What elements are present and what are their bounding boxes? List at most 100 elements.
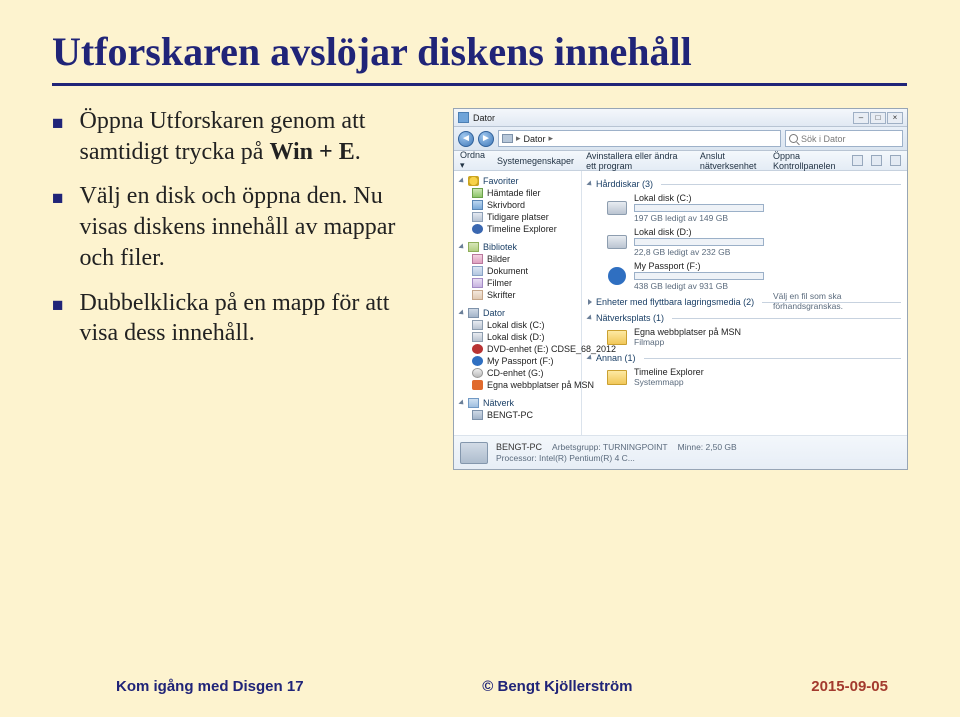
close-button[interactable]: × [887,112,903,124]
drive-name: Lokal disk (C:) [634,193,764,203]
organize-menu[interactable]: Ordna ▾ [460,150,485,171]
hdd-icon [472,332,483,342]
bullet-text: Öppna Utforskaren genom att samtidigt tr… [79,106,429,167]
search-input[interactable]: Sök i Dator [785,130,903,147]
system-properties-button[interactable]: Systemegenskaper [497,156,574,166]
bullet-3: ■ Dubbelklicka på en mapp för att visa d… [52,288,429,349]
app-icon [458,112,469,123]
uninstall-button[interactable]: Avinstallera eller ändra ett program [586,151,688,171]
drive-timeline[interactable]: Timeline Explorer Systemmapp [588,365,901,389]
preview-pane-icon[interactable] [871,155,882,166]
forward-button[interactable]: ► [478,131,494,147]
folder-icon [607,370,627,385]
downloads-icon [472,188,483,198]
details-label: Arbetsgrupp: [552,442,601,452]
nav-item-bengt-pc[interactable]: BENGT-PC [458,409,579,421]
details-label: Minne: [678,442,704,452]
drive-c[interactable]: Lokal disk (C:) 197 GB ledigt av 149 GB [588,191,901,225]
explorer-body: Favoriter Hämtade filer Skrivbord Tidiga… [454,171,907,435]
preview-hint: Välj en fil som ska förhandsgranskas. [773,291,903,311]
nav-item-timeline[interactable]: Timeline Explorer [458,223,579,235]
nav-libraries-header[interactable]: Bibliotek [458,241,579,253]
nav-label: CD-enhet (G:) [487,368,544,378]
nav-label: BENGT-PC [487,410,533,420]
pictures-icon [472,254,483,264]
details-value: TURNINGPOINT [603,442,668,452]
nav-label: Skrifter [487,290,516,300]
group-label: Enheter med flyttbara lagringsmedia (2) [596,297,754,307]
nav-item-msn[interactable]: Egna webbplatser på MSN [458,379,579,391]
footer-author: © Bengt Kjöllerström [482,678,632,695]
content-row: ■ Öppna Utforskaren genom att samtidigt … [52,106,908,470]
nav-label: Timeline Explorer [487,224,557,234]
movies-icon [472,278,483,288]
fonts-icon [472,290,483,300]
nav-item-desktop[interactable]: Skrivbord [458,199,579,211]
drive-msn[interactable]: Egna webbplatser på MSN Filmapp [588,325,901,349]
nav-item-disk-d[interactable]: Lokal disk (D:) [458,331,579,343]
back-button[interactable]: ◄ [458,131,474,147]
nav-label: Bibliotek [483,242,517,252]
bullet-text-pre: Dubbelklicka på en mapp för att visa des… [79,290,389,347]
bullet-1: ■ Öppna Utforskaren genom att samtidigt … [52,106,429,167]
details-pane: BENGT-PC Arbetsgrupp: TURNINGPOINT Minne… [454,435,907,469]
group-harddisks[interactable]: Hårddiskar (3) [588,177,901,191]
group-network-location[interactable]: Nätverksplats (1) [588,311,901,325]
window-titlebar[interactable]: Dator – □ × [454,109,907,127]
nav-item-disk-c[interactable]: Lokal disk (C:) [458,319,579,331]
help-icon[interactable] [890,155,901,166]
bullet-text: Välj en disk och öppna den. Nu visas dis… [79,181,429,273]
computer-icon [468,308,479,318]
toolbar: Ordna ▾ Systemegenskaper Avinstallera el… [454,151,907,171]
group-label: Annan (1) [596,353,636,363]
library-icon [468,242,479,252]
msn-icon [472,380,483,390]
footer-left: Kom igång med Disgen 17 [116,678,304,695]
search-placeholder: Sök i Dator [801,134,846,144]
computer-icon [472,410,483,420]
details-value: 2,50 GB [706,442,737,452]
group-label: Nätverksplats (1) [596,313,664,323]
drive-name: Lokal disk (D:) [634,227,764,237]
bullet-marker: ■ [52,187,63,211]
nav-network-header[interactable]: Nätverk [458,397,579,409]
group-label: Hårddiskar (3) [596,179,653,189]
nav-item-movies[interactable]: Filmer [458,277,579,289]
desktop-icon [472,200,483,210]
nav-item-fonts[interactable]: Skrifter [458,289,579,301]
nav-item-dvd-e[interactable]: DVD-enhet (E:) CDSE_68_2012 [458,343,579,355]
window-title: Dator [473,113,495,123]
search-icon [789,134,798,143]
nav-label: Egna webbplatser på MSN [487,380,594,390]
nav-label: Filmer [487,278,512,288]
computer-icon [502,134,513,143]
nav-item-documents[interactable]: Dokument [458,265,579,277]
breadcrumb[interactable]: ▸ Dator ▸ [498,130,781,147]
nav-label: Skrivbord [487,200,525,210]
nav-item-downloads[interactable]: Hämtade filer [458,187,579,199]
nav-favorites-header[interactable]: Favoriter [458,175,579,187]
map-network-button[interactable]: Anslut nätverksenhet [700,151,761,171]
details-value: Intel(R) Pentium(R) 4 C... [539,453,635,463]
nav-item-passport-f[interactable]: My Passport (F:) [458,355,579,367]
bullet-text-post: . [355,139,361,165]
drive-f[interactable]: My Passport (F:) 438 GB ledigt av 931 GB [588,259,901,293]
explorer-window: Dator – □ × ◄ ► ▸ Dator ▸ [453,108,908,470]
group-other[interactable]: Annan (1) [588,351,901,365]
details-pc-name: BENGT-PC [496,442,542,452]
nav-computer-header[interactable]: Dator [458,307,579,319]
drive-name: My Passport (F:) [634,261,764,271]
nav-item-recent[interactable]: Tidigare platser [458,211,579,223]
hdd-icon [472,320,483,330]
minimize-button[interactable]: – [853,112,869,124]
drive-d[interactable]: Lokal disk (D:) 22,8 GB ledigt av 232 GB [588,225,901,259]
timeline-icon [472,224,483,234]
maximize-button[interactable]: □ [870,112,886,124]
nav-label: Favoriter [483,176,519,186]
nav-label: Tidigare platser [487,212,549,222]
view-icon[interactable] [852,155,863,166]
nav-item-cd-g[interactable]: CD-enhet (G:) [458,367,579,379]
control-panel-button[interactable]: Öppna Kontrollpanelen [773,151,840,171]
details-text: BENGT-PC Arbetsgrupp: TURNINGPOINT Minne… [496,442,737,464]
nav-item-pictures[interactable]: Bilder [458,253,579,265]
